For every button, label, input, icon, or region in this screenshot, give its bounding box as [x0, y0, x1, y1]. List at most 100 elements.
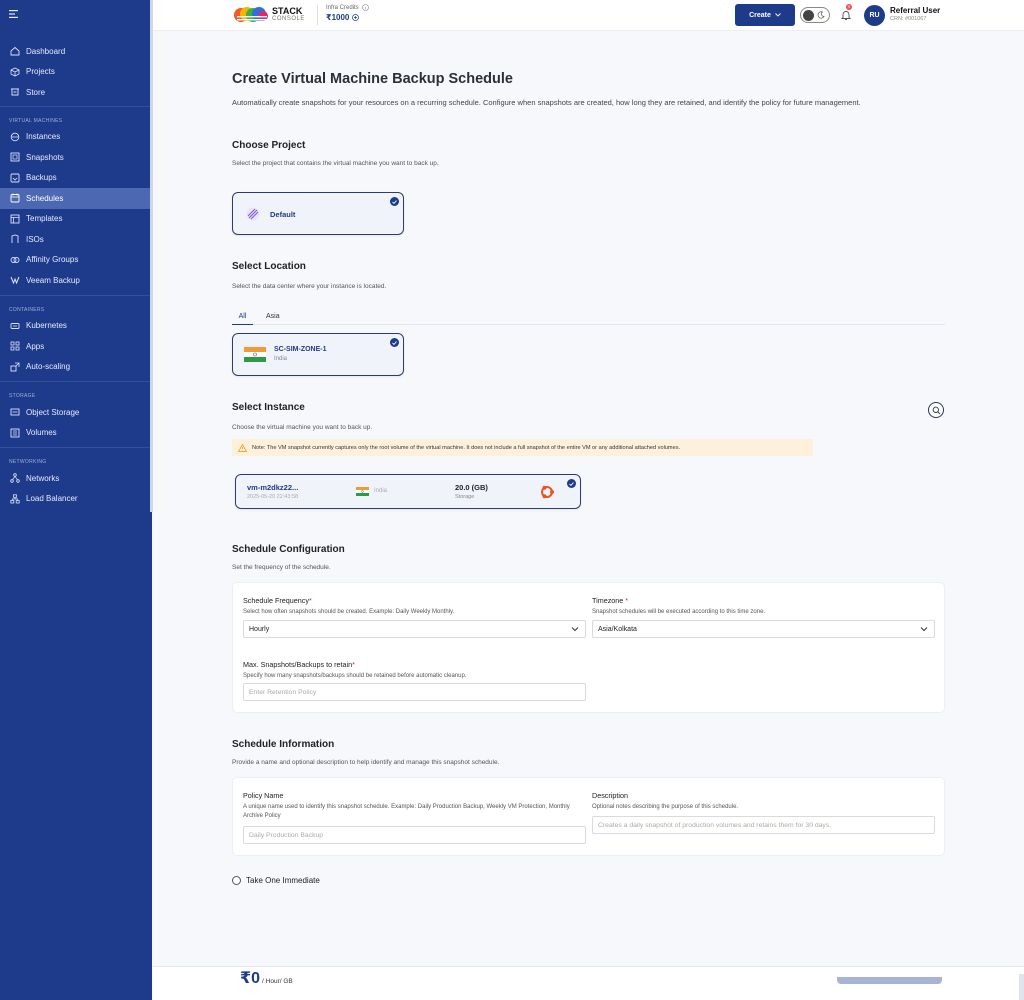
region-tabs: All Asia [232, 308, 945, 325]
load-balancer-icon [10, 494, 20, 504]
schedule-configuration-title: Schedule Configuration [232, 544, 345, 555]
project-card-default[interactable]: Default [232, 192, 404, 235]
frequency-help: Select how often snapshots should be cre… [243, 609, 455, 615]
choose-project-desc: Select the project that contains the vir… [232, 160, 439, 167]
timezone-help: Snapshot schedules will be executed acco… [592, 609, 766, 615]
description-input[interactable]: Creates a daily snapshot of production v… [592, 816, 935, 834]
zone-name: SC-SIM-ZONE-1 [274, 346, 327, 353]
schedule-info-panel: Policy Name A unique name used to identi… [232, 777, 945, 856]
affinity-icon [10, 256, 20, 263]
bell-icon [840, 11, 852, 20]
section-heading-containers: CONTAINERS [9, 306, 45, 313]
sidebar-item-instances[interactable]: Instances [0, 127, 152, 148]
info-icon[interactable] [361, 4, 369, 11]
india-flag-icon [356, 487, 369, 496]
sidebar-item-backups[interactable]: Backups [0, 168, 152, 189]
sidebar-item-apps[interactable]: Apps [0, 336, 152, 357]
object-storage-icon [10, 408, 20, 416]
moon-icon [817, 11, 825, 19]
stack-console-logo[interactable]: STACK CONSOLE [233, 5, 305, 25]
store-icon [11, 88, 19, 96]
sidebar-item-veeam-backup[interactable]: Veeam Backup [0, 270, 152, 291]
sidebar-item-store[interactable]: Store [0, 82, 152, 103]
sidebar-item-dashboard[interactable]: Dashboard [0, 41, 152, 62]
schedule-information-title: Schedule Information [232, 739, 335, 750]
timezone-select[interactable]: Asia/Kolkata [592, 620, 935, 638]
chevron-down-icon [571, 627, 579, 632]
sidebar-item-kubernetes[interactable]: Kubernetes [0, 316, 152, 337]
snapshot-icon [10, 152, 20, 162]
snapshot-note: Note: The VM snapshot currently captures… [232, 439, 813, 456]
section-heading-virtual-machines: VIRTUAL MACHINES [9, 117, 63, 124]
india-flag-icon [244, 347, 266, 362]
page-scrollbar[interactable] [1019, 974, 1024, 1000]
top-bar: STACK CONSOLE Infra Credits ₹1000 Create… [153, 0, 1024, 31]
search-button[interactable] [928, 402, 944, 418]
take-one-immediate[interactable]: Take One Immediate [232, 876, 320, 885]
page-title: Create Virtual Machine Backup Schedule [232, 71, 513, 87]
tab-all[interactable]: All [232, 308, 253, 325]
price-summary: ₹0 / Hour/ GB [240, 970, 293, 987]
retention-input[interactable]: Enter Retention Policy [243, 683, 586, 701]
zone-card-sc-sim-zone-1[interactable]: SC-SIM-ZONE-1 India [232, 333, 404, 376]
zone-country: India [274, 356, 288, 362]
instance-storage-value: 20.0 (GB) [455, 483, 488, 492]
description-label: Description [592, 791, 628, 800]
selected-check-icon [567, 479, 576, 488]
sidebar-item-auto-scaling[interactable]: Auto-scaling [0, 357, 152, 378]
sidebar-item-load-balancer[interactable]: Load Balancer [0, 489, 152, 510]
sidebar-item-object-storage[interactable]: Object Storage [0, 402, 152, 423]
project-icon [246, 207, 260, 221]
theme-toggle[interactable] [800, 7, 830, 23]
take-one-immediate-radio[interactable] [232, 876, 241, 885]
sidebar-item-affinity-groups[interactable]: Affinity Groups [0, 250, 152, 271]
retain-label: Max. Snapshots/Backups to retain* [243, 660, 355, 669]
menu-icon[interactable] [9, 5, 19, 23]
user-info[interactable]: Referral User CRN: #001067 [890, 6, 940, 22]
retain-help: Specify how many snapshots/backups shoul… [243, 673, 467, 679]
selected-check-icon [390, 338, 399, 347]
notifications-button[interactable]: 9 [840, 4, 853, 26]
schedule-information-desc: Provide a name and optional description … [232, 759, 500, 766]
frequency-label: Schedule Frequency* [243, 596, 312, 605]
ubuntu-icon [541, 485, 554, 499]
volume-icon [10, 428, 20, 438]
policy-name-input[interactable]: Daily Production Backup [243, 826, 586, 844]
avatar[interactable]: RU [864, 5, 885, 26]
select-instance-desc: Choose the virtual machine you want to b… [232, 424, 373, 431]
select-instance-title: Select Instance [232, 402, 305, 413]
sun-icon [803, 9, 814, 21]
policy-name-help: A unique name used to identify this snap… [243, 804, 570, 819]
sidebar-item-templates[interactable]: Templates [0, 209, 152, 230]
section-heading-networking: NETWORKING [9, 459, 47, 465]
frequency-select[interactable]: Hourly [243, 620, 586, 638]
kubernetes-icon [10, 322, 20, 329]
timezone-label: Timezone * [592, 596, 629, 605]
sidebar-item-volumes[interactable]: Volumes [0, 423, 152, 444]
submit-button[interactable] [837, 977, 942, 984]
sidebar-item-networks[interactable]: Networks [0, 468, 152, 489]
veeam-icon [10, 277, 20, 285]
section-heading-storage: STORAGE [9, 393, 36, 399]
chevron-down-icon [775, 13, 781, 17]
sidebar: Dashboard Projects Store VIRTUAL MACHINE… [0, 0, 153, 1000]
tab-asia[interactable]: Asia [266, 308, 280, 325]
topbar-divider [317, 5, 318, 25]
home-icon [10, 47, 20, 56]
project-name: Default [270, 210, 296, 219]
autoscale-icon [10, 362, 20, 372]
warning-icon [238, 443, 247, 452]
logo-icon [234, 7, 268, 22]
sidebar-item-schedules[interactable]: Schedules [0, 188, 152, 209]
footer-bar: ₹0 / Hour/ GB [153, 966, 1024, 1000]
schedule-configuration-desc: Set the frequency of the schedule. [232, 564, 331, 571]
sidebar-item-projects[interactable]: Projects [0, 62, 152, 83]
instances-icon [10, 132, 20, 141]
instance-card[interactable]: vm-m2dkz22... 2025-05-20 22:43:58 India … [235, 474, 581, 509]
create-button[interactable]: Create [735, 4, 795, 26]
infra-credits: Infra Credits ₹1000 [326, 4, 369, 22]
choose-project-title: Choose Project [232, 140, 306, 151]
add-credits-icon[interactable] [352, 14, 360, 21]
sidebar-item-snapshots[interactable]: Snapshots [0, 147, 152, 168]
sidebar-item-isos[interactable]: ISOs [0, 229, 152, 250]
